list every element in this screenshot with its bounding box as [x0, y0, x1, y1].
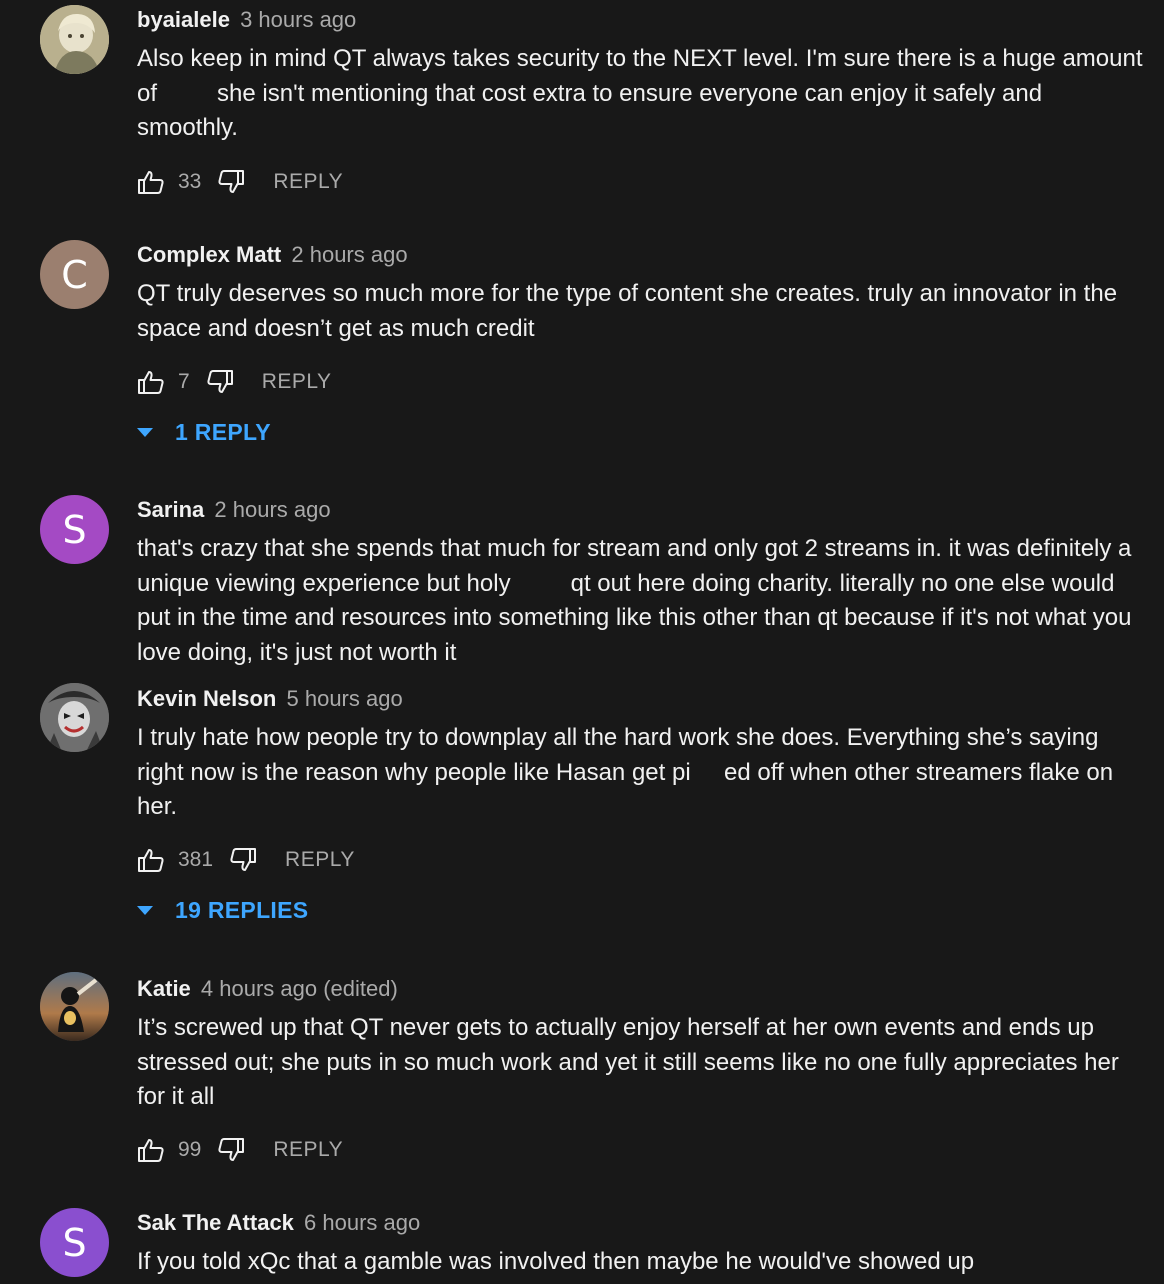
timestamp[interactable]: 2 hours ago — [291, 242, 407, 267]
comment-header: Kevin Nelson 5 hours ago — [137, 686, 403, 712]
comment-text: that's crazy that she spends that much f… — [137, 535, 1132, 666]
timestamp[interactable]: 6 hours ago — [304, 1210, 420, 1235]
avatar[interactable]: S — [40, 1208, 109, 1277]
comment-header: byaialele 3 hours ago — [137, 7, 356, 33]
author-name[interactable]: Kevin Nelson — [137, 686, 276, 711]
comment-text: If you told xQc that a gamble was involv… — [137, 1248, 975, 1275]
timestamp[interactable]: 4 hours ago (edited) — [201, 976, 398, 1001]
author-name[interactable]: Katie — [137, 976, 191, 1001]
caret-down-icon — [137, 427, 153, 437]
like-count: 381 — [178, 848, 214, 871]
like-count: 7 — [178, 370, 190, 393]
thumbs-down-icon[interactable] — [206, 368, 234, 396]
author-name[interactable]: Sarina — [137, 497, 204, 522]
comment-header: Sak The Attack 6 hours ago — [137, 1210, 420, 1236]
reply-button[interactable]: REPLY — [262, 370, 332, 394]
comment-actions: 7 REPLY — [137, 367, 332, 397]
author-name[interactable]: byaialele — [137, 7, 230, 32]
photo-avatar-icon — [40, 5, 109, 74]
comment-header: Katie 4 hours ago (edited) — [137, 976, 398, 1002]
thumbs-down-icon[interactable] — [217, 1136, 245, 1164]
view-replies-button[interactable]: 19 REPLIES — [137, 895, 308, 925]
comment-text: QT truly deserves so much more for the t… — [137, 280, 1118, 342]
comment-header: Sarina 2 hours ago — [137, 497, 331, 523]
reply-button[interactable]: REPLY — [273, 170, 343, 194]
reply-button[interactable]: REPLY — [285, 848, 355, 872]
caret-down-icon — [137, 905, 153, 915]
photo-avatar-icon — [40, 683, 109, 752]
avatar[interactable] — [40, 5, 109, 74]
avatar[interactable] — [40, 972, 109, 1041]
timestamp[interactable]: 2 hours ago — [214, 497, 330, 522]
like-count: 99 — [178, 1138, 202, 1161]
comment-actions: 381 REPLY — [137, 845, 355, 875]
replies-label: 19 REPLIES — [175, 896, 309, 923]
view-replies-button[interactable]: 1 REPLY — [137, 417, 271, 447]
thumbs-up-icon[interactable] — [137, 168, 165, 196]
comment-actions: 99 REPLY — [137, 1135, 343, 1165]
thumbs-up-icon[interactable] — [137, 1136, 165, 1164]
avatar[interactable] — [40, 683, 109, 752]
comment-text: It’s screwed up that QT never gets to ac… — [137, 1014, 1119, 1110]
author-name[interactable]: Sak The Attack — [137, 1210, 294, 1235]
replies-label: 1 REPLY — [175, 418, 271, 445]
photo-avatar-icon — [40, 972, 109, 1041]
avatar-letter: S — [62, 507, 87, 552]
avatar[interactable]: S — [40, 495, 109, 564]
like-count: 33 — [178, 170, 202, 193]
thumbs-up-icon[interactable] — [137, 846, 165, 874]
timestamp[interactable]: 3 hours ago — [240, 7, 356, 32]
avatar-letter: S — [62, 1220, 87, 1265]
thumbs-down-icon[interactable] — [217, 168, 245, 196]
reply-button[interactable]: REPLY — [273, 1138, 343, 1162]
timestamp[interactable]: 5 hours ago — [287, 686, 403, 711]
avatar-letter: C — [61, 252, 88, 297]
author-name[interactable]: Complex Matt — [137, 242, 281, 267]
thumbs-down-icon[interactable] — [229, 846, 257, 874]
thumbs-up-icon[interactable] — [137, 368, 165, 396]
comment-actions: 33 REPLY — [137, 167, 343, 197]
comment-text: Also keep in mind QT always takes securi… — [137, 45, 1143, 141]
comment-header: Complex Matt 2 hours ago — [137, 242, 408, 268]
avatar[interactable]: C — [40, 240, 109, 309]
comment-text: I truly hate how people try to downplay … — [137, 724, 1114, 820]
